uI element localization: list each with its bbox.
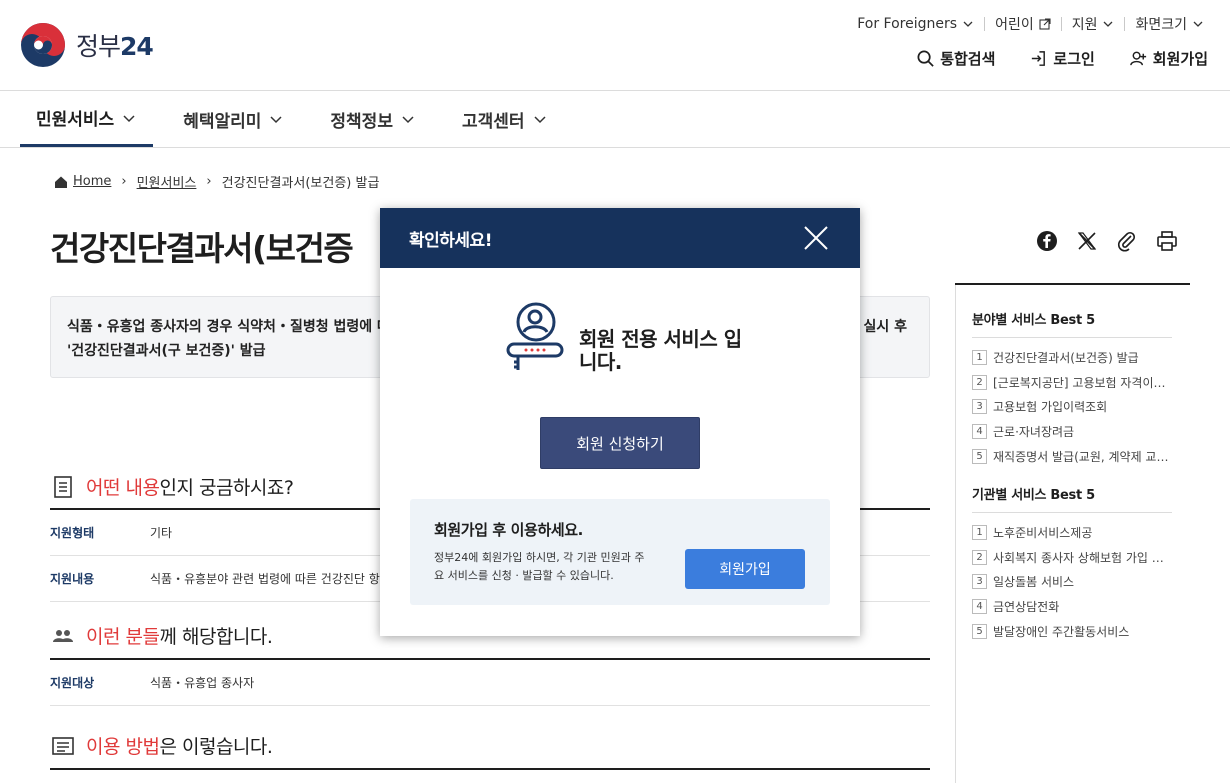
member-lock-icon — [506, 302, 564, 370]
breadcrumb-home[interactable]: Home — [73, 174, 111, 189]
list-item[interactable]: 1 노후준비서비스제공 — [972, 520, 1172, 545]
for-foreigners-link[interactable]: For Foreigners — [847, 16, 984, 32]
row-value: 기타 — [150, 526, 173, 540]
list-item[interactable]: 3 일상돌봄 서비스 — [972, 570, 1172, 595]
page-title: 건강진단결과서(보건증 — [50, 229, 354, 268]
close-icon[interactable] — [802, 224, 830, 252]
nav-customer-center[interactable]: 고객센터 — [446, 91, 564, 147]
modal-title: 확인하세요! — [409, 230, 492, 251]
row-key: 지원내용 — [50, 572, 95, 586]
home-icon — [55, 176, 67, 188]
paperclip-icon[interactable] — [1116, 230, 1138, 252]
signup-button[interactable]: 회원가입 — [1129, 48, 1208, 69]
rank-badge: 1 — [972, 349, 987, 365]
section-heading-target: 이런 분들께 해당합니다. — [50, 622, 273, 649]
list-item[interactable]: 4 금연상담전화 — [972, 594, 1172, 619]
list-item[interactable]: 5 재직증명서 발급(교원, 계약제 교… — [972, 444, 1172, 469]
chevron-right-icon: › — [206, 174, 212, 189]
main-nav: 민원서비스 혜택알리미 정책정보 고객센터 — [20, 91, 578, 147]
table-row: 지원대상 식품・유흥업 종사자 — [50, 660, 930, 706]
list-item[interactable]: 2 사회복지 종사자 상해보험 가입 … — [972, 545, 1172, 570]
page: 정부24 For Foreigners 어린이 지원 화면크기 통합검색 로그인… — [0, 0, 1230, 783]
modal-message: 회원 전용 서비스 입니다. — [579, 327, 742, 374]
signup-info-box: 회원가입 후 이용하세요. 정부24에 회원가입 하시면, 각 기관 민원과 주… — [410, 499, 830, 605]
search-icon — [917, 50, 934, 67]
print-icon[interactable] — [1156, 230, 1178, 252]
login-icon — [1032, 51, 1046, 66]
row-value: 식품・유흥업 종사자 — [150, 676, 255, 690]
user-plus-icon — [1129, 51, 1146, 66]
row-key: 지원형태 — [50, 526, 95, 540]
chevron-down-icon — [1104, 21, 1113, 27]
best-field-box: 분야별 서비스 Best 5 1 건강진단결과서(보건증) 발급 2 [근로복지공단… — [972, 309, 1172, 469]
external-link-icon — [1039, 18, 1051, 30]
list-item[interactable]: 3 고용보험 가입이력조회 — [972, 395, 1172, 420]
font-size-dropdown[interactable]: 화면크기 — [1125, 14, 1214, 34]
rank-badge: 3 — [972, 574, 987, 590]
breadcrumb-civil-services[interactable]: 민원서비스 — [137, 172, 197, 191]
taegeuk-logo-icon — [21, 23, 65, 67]
section-heading-usage: 이용 방법은 이렇습니다. — [50, 732, 273, 759]
rank-badge: 4 — [972, 424, 987, 440]
nav-civil-services[interactable]: 민원서비스 — [20, 91, 154, 147]
notice-line-1-end: 실시 후 — [863, 319, 907, 335]
support-dropdown[interactable]: 지원 — [1062, 14, 1125, 34]
breadcrumb-current: 건강진단결과서(보건증) 발급 — [221, 176, 380, 191]
chevron-down-icon — [270, 116, 282, 124]
best-agency-list: 1 노후준비서비스제공 2 사회복지 종사자 상해보험 가입 … 3 일상돌봄 서비스… — [972, 520, 1172, 644]
rank-badge: 4 — [972, 599, 987, 615]
row-key: 지원대상 — [50, 676, 95, 690]
rank-badge: 2 — [972, 549, 987, 565]
login-button[interactable]: 로그인 — [1029, 48, 1095, 69]
kids-link[interactable]: 어린이 — [985, 14, 1061, 34]
list-item[interactable]: 5 발달장애인 주간활동서비스 — [972, 619, 1172, 644]
header-actions: 통합검색 로그인 회원가입 — [916, 48, 1208, 69]
best-agency-title: 기관별 서비스 Best 5 — [972, 484, 1172, 513]
nav-benefits[interactable]: 혜택알리미 — [167, 91, 300, 147]
best-field-title: 분야별 서비스 Best 5 — [972, 309, 1172, 338]
nav-policy[interactable]: 정책정보 — [314, 91, 432, 147]
list-item[interactable]: 2 [근로복지공단] 고용보험 자격이… — [972, 370, 1172, 395]
document-icon — [54, 475, 72, 498]
x-twitter-icon[interactable] — [1076, 230, 1098, 252]
sidebar-divider — [955, 285, 956, 783]
facebook-icon[interactable] — [1036, 230, 1058, 252]
rank-badge: 5 — [972, 624, 987, 640]
chevron-down-icon — [963, 21, 973, 27]
row-value: 식품・유흥분야 관련 법령에 따른 건강진단 항목에 — [150, 572, 402, 586]
signup-button[interactable]: 회원가입 — [685, 549, 805, 589]
utility-nav: For Foreigners 어린이 지원 화면크기 — [847, 14, 1214, 34]
breadcrumb: Home › 민원서비스 › 건강진단결과서(보건증) 발급 — [54, 172, 379, 191]
signup-info-desc: 정부24에 회원가입 하시면, 각 기관 민원과 주요 서비스를 신청 · 발급… — [434, 551, 645, 582]
member-only-modal: 확인하세요! 회원 전용 서비스 입니다. 회원 신청하기 회원가입 후 이용하… — [380, 208, 860, 636]
section-rule — [50, 768, 930, 770]
member-apply-button[interactable]: 회원 신청하기 — [540, 417, 700, 469]
rank-badge: 5 — [972, 449, 987, 465]
chevron-down-icon — [402, 116, 414, 124]
chevron-down-icon — [123, 114, 135, 122]
rank-badge: 3 — [972, 399, 987, 415]
best-field-list: 1 건강진단결과서(보건증) 발급 2 [근로복지공단] 고용보험 자격이… 3 고용… — [972, 345, 1172, 469]
list-item[interactable]: 1 건강진단결과서(보건증) 발급 — [972, 345, 1172, 370]
section-heading-content: 어떤 내용인지 궁금하시죠? — [50, 473, 294, 500]
title-rule — [955, 283, 1190, 285]
people-icon — [53, 629, 73, 642]
site-logo[interactable]: 정부24 — [20, 22, 154, 68]
logo-text: 정부24 — [76, 32, 154, 61]
list-item[interactable]: 4 근로·자녀장려금 — [972, 419, 1172, 444]
list-icon — [52, 736, 74, 755]
chevron-down-icon — [1193, 21, 1203, 27]
rank-badge: 1 — [972, 524, 987, 540]
search-button[interactable]: 통합검색 — [916, 48, 995, 69]
nav-divider — [0, 147, 1230, 148]
chevron-down-icon — [534, 116, 546, 124]
modal-header: 확인하세요! — [380, 208, 860, 268]
share-tools — [1036, 230, 1178, 252]
signup-info-title: 회원가입 후 이용하세요. — [434, 521, 583, 539]
best-agency-box: 기관별 서비스 Best 5 1 노후준비서비스제공 2 사회복지 종사자 상해보험… — [972, 484, 1172, 644]
chevron-right-icon: › — [121, 174, 127, 189]
rank-badge: 2 — [972, 374, 987, 390]
